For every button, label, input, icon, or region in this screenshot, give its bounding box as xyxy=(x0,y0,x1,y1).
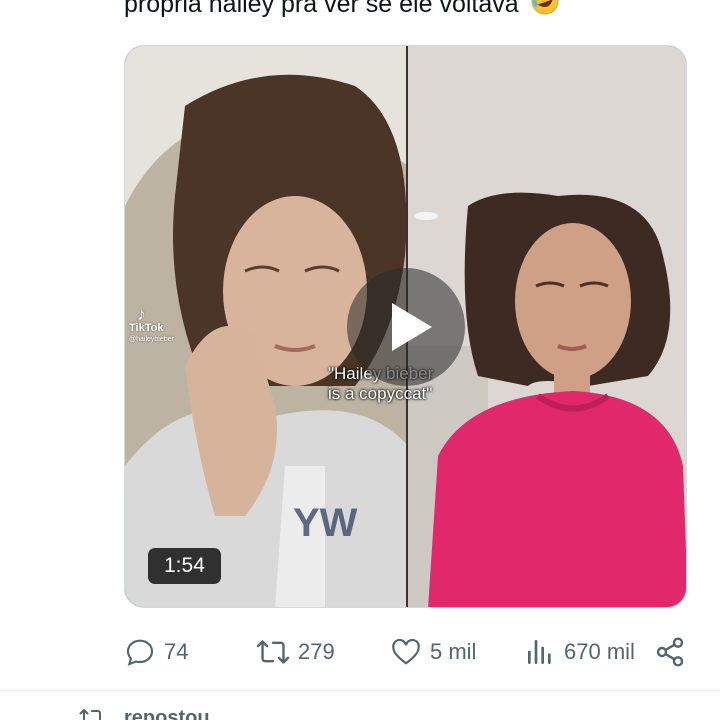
tiktok-logo-icon: ♪ xyxy=(137,304,146,324)
heart-icon xyxy=(392,638,420,665)
video-duration-badge: 1:54 xyxy=(148,548,221,584)
tweet-action-bar: 74 279 5 mil 670 mil xyxy=(124,630,690,674)
tweet-text-content: propria hailey pra ver se ele voltava xyxy=(124,0,519,18)
repost-count: 279 xyxy=(298,639,335,664)
views-chart-icon xyxy=(528,640,551,664)
play-button[interactable] xyxy=(347,268,465,386)
svg-text:YW: YW xyxy=(293,501,358,545)
laughing-emoji-icon xyxy=(530,0,560,25)
share-button[interactable] xyxy=(654,630,694,674)
repost-context-icon xyxy=(79,709,101,720)
repost-button[interactable]: 279 xyxy=(256,630,335,674)
play-icon xyxy=(392,303,432,351)
repost-context: repostou xyxy=(78,706,210,720)
tweet-text: propria hailey pra ver se ele voltava xyxy=(124,0,560,25)
tiktok-handle: @haileybieber xyxy=(129,336,174,343)
tiktok-watermark: ♪ TikTok @haileybieber xyxy=(129,304,174,346)
share-icon xyxy=(656,637,684,667)
views-button[interactable]: 670 mil xyxy=(524,630,635,674)
tweet-page: propria hailey pra ver se ele voltava YW… xyxy=(0,0,720,720)
reply-icon xyxy=(126,639,154,666)
repost-context-text[interactable]: repostou xyxy=(124,707,210,720)
tiktok-logo-text: TikTok xyxy=(129,322,164,334)
repost-icon xyxy=(256,640,290,664)
video-player[interactable]: YW ♪ TikTok @haileybieber "Hailey is a c… xyxy=(124,45,687,608)
reply-count: 74 xyxy=(164,639,189,664)
tweet-separator xyxy=(0,690,720,691)
like-button[interactable]: 5 mil xyxy=(390,630,476,674)
like-count: 5 mil xyxy=(430,639,477,664)
views-count: 670 mil xyxy=(564,639,635,664)
reply-button[interactable]: 74 xyxy=(124,630,188,674)
